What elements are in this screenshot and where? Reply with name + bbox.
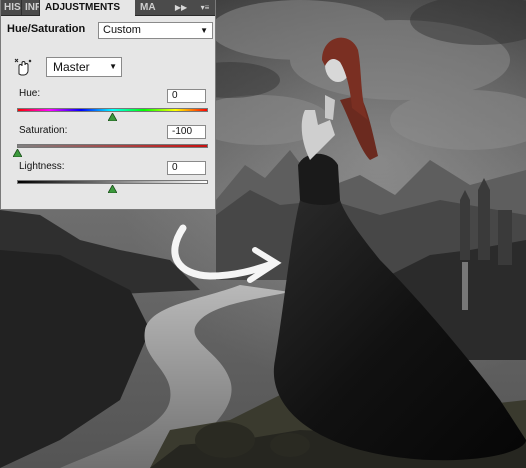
tab-adjustments[interactable]: ADJUSTMENTS (40, 0, 135, 16)
channel-value: Master (53, 60, 90, 74)
panel-menu-icon[interactable]: ▾≡ (197, 0, 213, 15)
lightness-slider-thumb[interactable] (108, 185, 117, 193)
fast-forward-icon[interactable]: ▶▶ (173, 0, 189, 15)
dropdown-arrow-icon: ▼ (200, 26, 208, 35)
tab-history[interactable]: HIS (1, 0, 22, 15)
hue-field[interactable]: 0 (167, 89, 206, 103)
tab-info[interactable]: INF (22, 0, 40, 15)
hue-slider-thumb[interactable] (108, 113, 117, 121)
hue-slider-track[interactable] (17, 108, 208, 112)
dropdown-arrow-icon: ▼ (109, 62, 117, 71)
saturation-slider-thumb[interactable] (12, 149, 22, 157)
lightness-label: Lightness: (19, 161, 65, 172)
lightness-field[interactable]: 0 (167, 161, 206, 175)
preset-value: Custom (103, 24, 141, 36)
adjustments-panel: HIS INF ADJUSTMENTS MA ▶▶ ▾≡ Hue/Saturat… (0, 0, 216, 210)
channel-select[interactable]: Master ▼ (46, 57, 122, 77)
hue-label: Hue: (19, 88, 41, 99)
saturation-field[interactable]: -100 (167, 125, 206, 139)
target-adjust-icon[interactable] (13, 58, 33, 76)
saturation-label: Saturation: (19, 125, 68, 136)
panel-tab-bar: HIS INF ADJUSTMENTS MA ▶▶ ▾≡ (1, 0, 215, 16)
tab-masks[interactable]: MA (137, 0, 157, 15)
lightness-slider-track[interactable] (17, 180, 208, 184)
adjustment-title: Hue/Saturation (7, 23, 86, 35)
saturation-slider-track[interactable] (17, 144, 208, 148)
preset-select[interactable]: Custom ▼ (98, 22, 213, 39)
